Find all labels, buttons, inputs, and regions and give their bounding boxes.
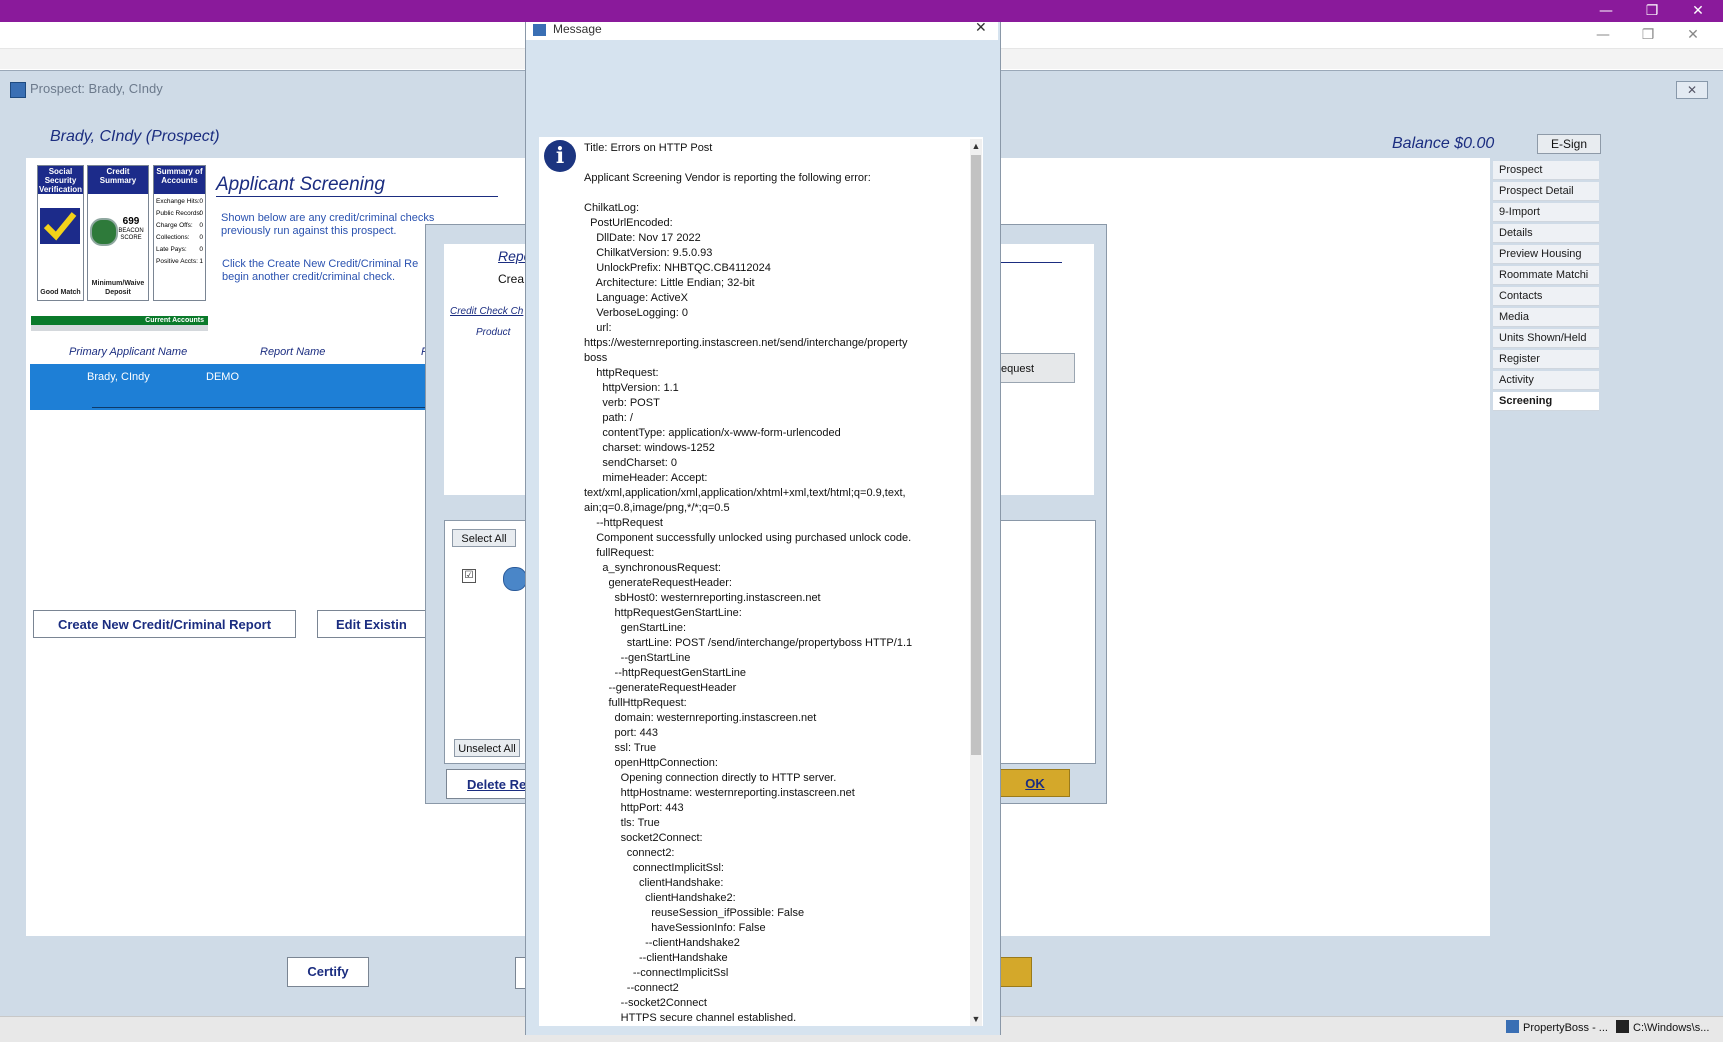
taskbar-label: PropertyBoss - ... [1523, 1022, 1608, 1034]
ok-button[interactable]: OK [1000, 769, 1070, 797]
report-checkbox[interactable]: ☑ [462, 569, 476, 583]
scroll-down-icon[interactable]: ▼ [970, 1012, 982, 1026]
column-header-report-name[interactable]: Report Name [260, 346, 325, 358]
accounts-label: Collections: [156, 234, 190, 241]
nav-units-shown-held[interactable]: Units Shown/Held [1493, 329, 1599, 348]
person-icon [503, 567, 527, 591]
taskbar-label: C:\Windows\s... [1633, 1022, 1710, 1034]
balance-label: Balance $0.00 [1392, 135, 1495, 152]
window-title: Prospect: Brady, CIndy [30, 81, 163, 96]
summary-of-accounts-card: Summary of Accounts Exchange Hits: 0 Publ… [153, 165, 206, 301]
create-report-button[interactable]: Create New Credit/Criminal Report [33, 610, 296, 638]
card-heading: Credit Summary [88, 166, 148, 194]
credit-check-label: Credit Check Ch [450, 306, 524, 317]
prospect-name: Brady, CIndy (Prospect) [50, 128, 220, 145]
accounts-value: 0 [199, 222, 203, 229]
taskbar-item-cmd[interactable]: C:\Windows\s... [1616, 1017, 1720, 1039]
product-label: Product [476, 327, 511, 338]
column-header-primary-applicant[interactable]: Primary Applicant Name [69, 346, 187, 358]
score-gauge-icon [90, 218, 118, 246]
accounts-value: 0 [199, 198, 203, 205]
accounts-value: 1 [199, 258, 203, 265]
info-icon: i [544, 140, 576, 172]
card-footer: Good Match [40, 289, 81, 296]
card-heading: Social Security Verification [38, 166, 83, 194]
page-title: Applicant Screening [216, 174, 385, 195]
title-divider [216, 196, 498, 197]
scroll-thumb[interactable] [971, 155, 981, 755]
app-title-bar: — ❐ ✕ [0, 0, 1723, 22]
select-all-button[interactable]: Select All [452, 529, 516, 547]
nav-screening[interactable]: Screening [1493, 392, 1599, 411]
error-log-text: Title: Errors on HTTP Post Applicant Scr… [584, 142, 913, 1024]
esign-button[interactable]: E-Sign [1537, 134, 1601, 154]
mdi-restore-button[interactable]: ❐ [1625, 22, 1671, 48]
accounts-label: Public Records: [156, 210, 202, 217]
scroll-up-icon[interactable]: ▲ [970, 139, 982, 153]
accounts-list: Exchange Hits: 0 Public Records: 0 Charge … [156, 196, 203, 268]
minimize-button[interactable]: — [1583, 0, 1629, 22]
accounts-value: 0 [199, 234, 203, 241]
row-applicant-name: Brady, CIndy [87, 371, 150, 383]
message-title: Message [553, 22, 602, 36]
cmd-icon [1616, 1020, 1629, 1033]
credit-summary-card: Credit Summary 699 BEACON SCORE Minimum/… [87, 165, 149, 301]
nav-contacts[interactable]: Contacts [1493, 287, 1599, 306]
accounts-value: 0 [199, 210, 203, 217]
message-close-button[interactable]: ✕ [975, 20, 987, 36]
close-button[interactable]: ✕ [1675, 0, 1721, 22]
nav-details[interactable]: Details [1493, 224, 1599, 243]
row-divider [92, 407, 425, 408]
report-dialog-divider [1000, 262, 1062, 263]
checkmark-icon [40, 208, 80, 244]
propertyboss-icon [1506, 1020, 1519, 1033]
row-report-name: DEMO [206, 371, 239, 383]
accounts-label: Charge Offs: [156, 222, 193, 229]
nav-prospect[interactable]: Prospect [1493, 161, 1599, 180]
request-button[interactable]: equest [998, 353, 1075, 383]
unselect-all-button[interactable]: Unselect All [454, 739, 520, 757]
mdi-minimize-button[interactable]: — [1580, 22, 1626, 48]
report-dialog-subtitle: Crea [498, 272, 525, 286]
certify-button[interactable]: Certify [287, 957, 369, 987]
card-footer: Minimum/Waive Deposit [91, 280, 145, 296]
beacon-score-label: BEACON SCORE [118, 228, 144, 241]
accounts-label: Positive Accts: [156, 258, 198, 265]
ssn-verification-card: Social Security Verification Good Match [37, 165, 84, 301]
nav-preview-housing[interactable]: Preview Housing [1493, 245, 1599, 264]
window-icon [10, 82, 26, 98]
restore-button[interactable]: ❐ [1629, 0, 1675, 22]
nav-media[interactable]: Media [1493, 308, 1599, 327]
nav-register[interactable]: Register [1493, 350, 1599, 369]
message-window-icon [533, 24, 546, 36]
nav-roommate-matching[interactable]: Roommate Matchi [1493, 266, 1599, 285]
current-accounts-bar: Current Accounts [31, 316, 208, 325]
accounts-value: 0 [199, 246, 203, 253]
window-close-button[interactable]: ✕ [1676, 81, 1708, 99]
nav-prospect-detail[interactable]: Prospect Detail [1493, 182, 1599, 201]
nav-activity[interactable]: Activity [1493, 371, 1599, 390]
taskbar-item-propertyboss[interactable]: PropertyBoss - ... [1506, 1017, 1612, 1039]
screening-instructions: Click the Create New Credit/Criminal Re … [222, 258, 419, 283]
accounts-label: Exchange Hits: [156, 198, 200, 205]
card-heading: Summary of Accounts [154, 166, 205, 194]
mdi-close-button[interactable]: ✕ [1670, 22, 1716, 48]
nav-9-import[interactable]: 9-Import [1493, 203, 1599, 222]
accounts-subbar [31, 325, 208, 331]
edit-existing-button[interactable]: Edit Existin [317, 610, 427, 638]
partial-gold-button[interactable] [998, 957, 1032, 987]
accounts-label: Late Pays: [156, 246, 187, 253]
delete-report-button[interactable]: Delete Re [446, 769, 536, 799]
beacon-score: 699 [122, 216, 140, 227]
